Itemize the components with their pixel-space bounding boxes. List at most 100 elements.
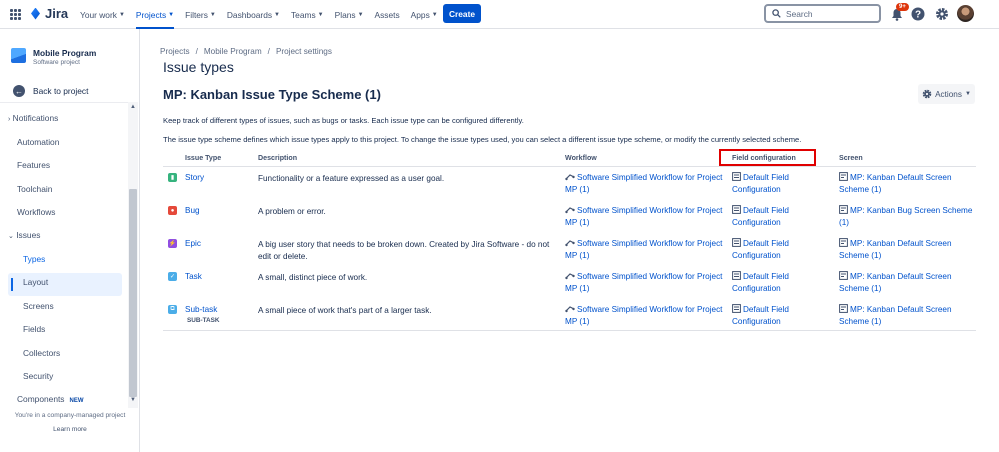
screen-scheme-link[interactable]: MP: Kanban Default Screen Scheme (1) — [839, 172, 975, 196]
breadcrumb: Projects / Mobile Program / Project sett… — [160, 47, 332, 56]
sidebar-item-security[interactable]: Security — [23, 371, 53, 381]
workflow-icon — [565, 306, 575, 313]
field-config-icon — [732, 238, 741, 247]
actions-label: Actions — [935, 89, 962, 99]
sidebar-item-layout[interactable]: Layout — [23, 277, 48, 287]
screen-icon — [839, 205, 848, 214]
breadcrumb-projects[interactable]: Projects — [160, 47, 190, 56]
issue-type-description: A big user story that needs to be broken… — [258, 240, 550, 261]
screen-icon — [839, 172, 848, 181]
workflow-icon — [565, 273, 575, 280]
chevron-down-icon: ⌄ — [8, 233, 14, 240]
learn-more-link[interactable]: Learn more — [0, 426, 140, 433]
sidebar-nav-list: › Notifications Automation Features Tool… — [0, 102, 128, 408]
sidebar-item-fields[interactable]: Fields — [23, 324, 45, 334]
new-badge: NEW — [69, 398, 84, 404]
scheme-description: The issue type scheme defines which issu… — [163, 135, 802, 144]
actions-button[interactable]: Actions ▼ — [918, 84, 975, 104]
sidebar-item-label: Notifications — [12, 113, 59, 123]
screen-scheme-link[interactable]: MP: Kanban Default Screen Scheme (1) — [839, 238, 975, 262]
chevron-down-icon: ▼ — [964, 91, 971, 97]
field-config-icon — [732, 271, 741, 280]
issue-type-name[interactable]: Epic — [185, 239, 201, 248]
screen-scheme-link[interactable]: MP: Kanban Default Screen Scheme (1) — [839, 271, 975, 295]
workflow-name: Software Simplified Workflow for Project… — [565, 272, 723, 293]
subtask-issue-type-icon: ⧉ — [168, 305, 177, 314]
table-header-divider — [163, 166, 976, 167]
field-configuration-link[interactable]: Default Field Configuration — [732, 271, 834, 295]
screen-icon — [839, 304, 848, 313]
bug-issue-type-icon: ● — [168, 206, 177, 215]
issue-type-description: A small piece of work that's part of a l… — [258, 306, 432, 315]
scroll-up-icon[interactable]: ▲ — [130, 104, 136, 110]
issue-type-name[interactable]: Task — [185, 272, 202, 281]
field-configuration-link[interactable]: Default Field Configuration — [732, 238, 834, 262]
screen-scheme-link[interactable]: MP: Kanban Default Screen Scheme (1) — [839, 304, 975, 328]
column-header-issue-type: Issue Type — [185, 154, 222, 162]
screen-scheme-link[interactable]: MP: Kanban Bug Screen Scheme (1) — [839, 205, 975, 229]
epic-issue-type-icon: ⚡ — [168, 239, 177, 248]
field-configuration-link[interactable]: Default Field Configuration — [732, 172, 834, 196]
company-managed-notice: You're in a company-managed project — [14, 412, 126, 419]
screen-scheme-name: MP: Kanban Default Screen Scheme (1) — [839, 305, 952, 326]
field-configuration-link[interactable]: Default Field Configuration — [732, 205, 834, 229]
sidebar: Mobile Program Software project ← Back t… — [0, 29, 140, 452]
screen-scheme-name: MP: Kanban Default Screen Scheme (1) — [839, 272, 952, 293]
sidebar-item-types[interactable]: Types — [23, 254, 45, 264]
scheme-title: MP: Kanban Issue Type Scheme (1) — [163, 87, 381, 102]
screen-icon — [839, 271, 848, 280]
workflow-link[interactable]: Software Simplified Workflow for Project… — [565, 304, 727, 328]
workflow-name: Software Simplified Workflow for Project… — [565, 173, 723, 194]
issue-type-name[interactable]: Story — [185, 173, 204, 182]
sidebar-item-label: Issues — [16, 230, 41, 240]
column-header-screen: Screen — [839, 154, 863, 162]
issue-type-name[interactable]: Sub-task — [185, 305, 217, 314]
field-configuration-link[interactable]: Default Field Configuration — [732, 304, 834, 328]
sidebar-item-features[interactable]: Features — [17, 160, 50, 170]
issue-type-name[interactable]: Bug — [185, 206, 200, 215]
sub-task-tag: SUB-TASK — [187, 317, 220, 324]
sidebar-scrollbar[interactable]: ▲ ▼ — [128, 102, 138, 408]
page-title: Issue types — [163, 59, 234, 75]
back-label: Back to project — [33, 86, 89, 96]
project-type: Software project — [33, 59, 80, 66]
table-row: ⧉ Sub-task SUB-TASK A small piece of work t… — [0, 0, 999, 326]
sidebar-item-issues[interactable]: ⌄ Issues — [8, 230, 40, 240]
field-config-icon — [732, 205, 741, 214]
project-avatar-icon — [11, 48, 26, 63]
table-bottom-divider — [163, 330, 976, 331]
arrow-left-icon: ← — [13, 85, 25, 97]
sidebar-item-notifications[interactable]: › Notifications — [8, 113, 58, 123]
issue-type-description: Functionality or a feature expressed as … — [258, 174, 445, 183]
workflow-link[interactable]: Software Simplified Workflow for Project… — [565, 205, 727, 229]
chevron-right-icon: › — [8, 116, 11, 123]
workflow-link[interactable]: Software Simplified Workflow for Project… — [565, 271, 727, 295]
column-header-description: Description — [258, 154, 298, 162]
screen-scheme-name: MP: Kanban Default Screen Scheme (1) — [839, 239, 952, 260]
back-to-project-link[interactable]: ← Back to project — [13, 85, 88, 97]
field-configuration-highlight-box — [719, 149, 816, 166]
sidebar-item-toolchain[interactable]: Toolchain — [17, 184, 52, 194]
workflow-icon — [565, 240, 575, 247]
sidebar-item-collectors[interactable]: Collectors — [23, 348, 60, 358]
scroll-down-icon[interactable]: ▼ — [130, 397, 136, 403]
sidebar-item-automation[interactable]: Automation — [17, 137, 59, 147]
sidebar-item-workflows[interactable]: Workflows — [17, 207, 55, 217]
workflow-name: Software Simplified Workflow for Project… — [565, 206, 723, 227]
workflow-link[interactable]: Software Simplified Workflow for Project… — [565, 238, 727, 262]
breadcrumb-separator: / — [267, 47, 270, 56]
screen-icon — [839, 238, 848, 247]
workflow-link[interactable]: Software Simplified Workflow for Project… — [565, 172, 727, 196]
breadcrumb-project[interactable]: Mobile Program — [204, 47, 262, 56]
workflow-name: Software Simplified Workflow for Project… — [565, 239, 723, 260]
sidebar-footer: You're in a company-managed project Lear… — [0, 412, 140, 433]
breadcrumb-project-settings[interactable]: Project settings — [276, 47, 332, 56]
sidebar-item-screens[interactable]: Screens — [23, 301, 54, 311]
workflow-icon — [565, 174, 575, 181]
gear-icon — [922, 89, 932, 99]
screen-scheme-name: MP: Kanban Default Screen Scheme (1) — [839, 173, 952, 194]
workflow-name: Software Simplified Workflow for Project… — [565, 305, 723, 326]
scrollbar-thumb[interactable] — [129, 189, 137, 397]
breadcrumb-separator: / — [195, 47, 198, 56]
sidebar-item-components[interactable]: Components NEW — [17, 394, 84, 404]
